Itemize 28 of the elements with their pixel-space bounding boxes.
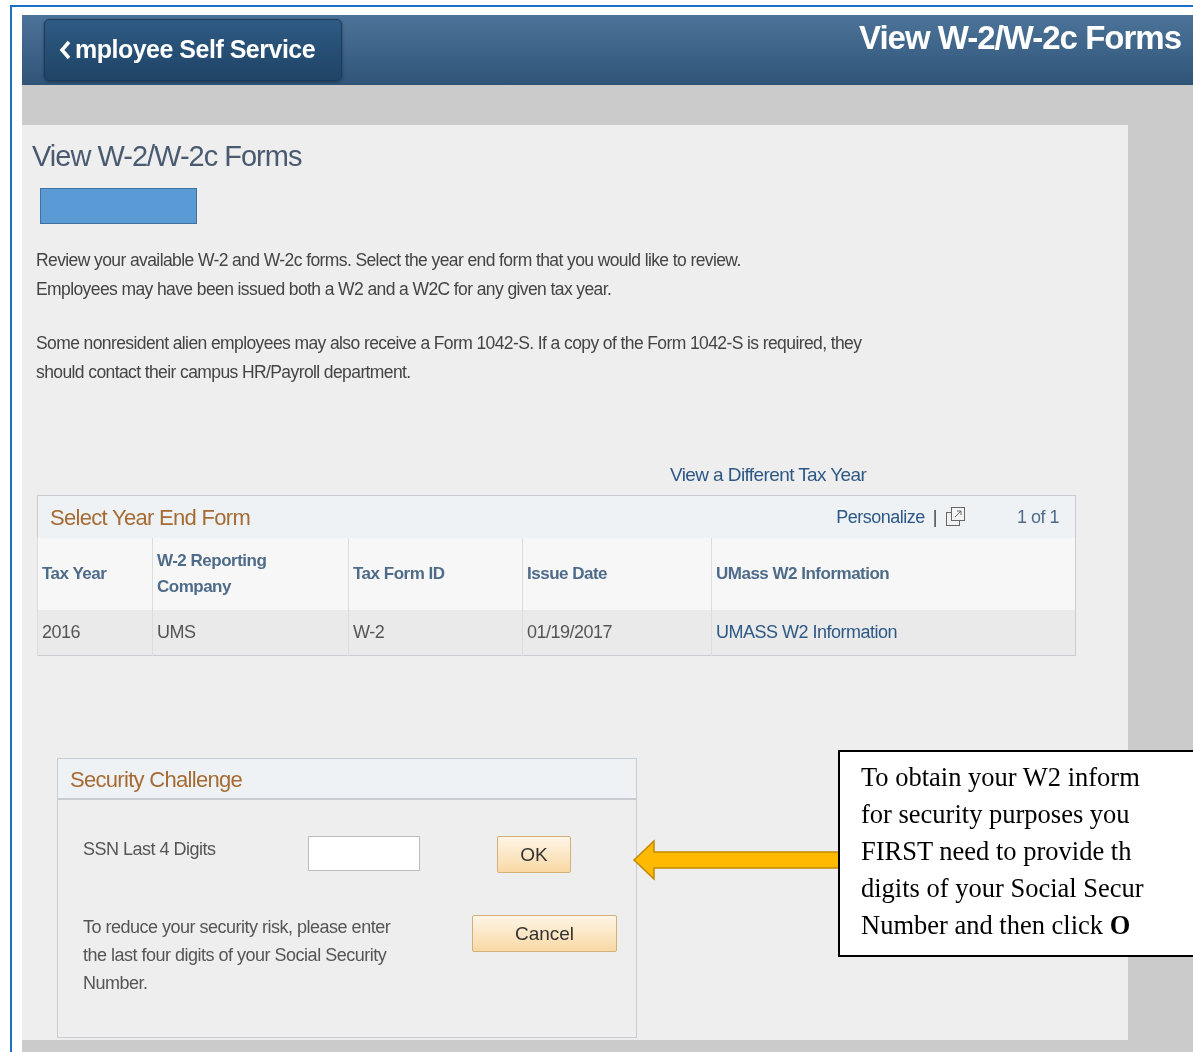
ssn-input-field[interactable] — [308, 836, 420, 872]
page-header-title: View W-2/W-2c Forms — [859, 17, 1181, 58]
column-header: W-2 Reporting Company — [157, 549, 268, 598]
description-paragraph: Review your available W-2 and W-2c forms. Select the year end form that you would like to review. Employees may have been issued both a W2 and a W2C for any given tax year. — [36, 248, 742, 301]
column-header: Issue Date — [527, 563, 608, 583]
table-cell: 2016 — [42, 622, 81, 643]
column-header: UMass W2 Information — [716, 563, 890, 583]
chevron-icon — [59, 40, 71, 60]
popout-icon[interactable] — [944, 506, 967, 529]
column-header: Tax Year — [42, 563, 107, 583]
ok-button[interactable]: OK — [497, 836, 571, 874]
ssn-label: SSN Last 4 Digits — [83, 838, 217, 862]
row-counter: 1 of 1 — [1016, 505, 1059, 529]
cancel-button[interactable]: Cancel — [472, 915, 617, 953]
table-cell: 01/19/2017 — [527, 622, 613, 643]
page-title: View W-2/W-2c Forms — [32, 139, 303, 174]
personalize-link[interactable]: Personalize — [836, 503, 925, 531]
tax-year-link[interactable]: View a Different Tax Year — [670, 460, 867, 490]
column-header: Tax Form ID — [353, 563, 445, 583]
separator: | — [932, 505, 937, 529]
grid-title: Select Year End Form — [50, 503, 250, 532]
description-paragraph: Some nonresident alien employees may also receive a Form 1042-S. If a copy of the Form 1042-S is required, they should contact their campus HR/Payroll department. — [36, 331, 863, 384]
table-cell: W-2 — [353, 622, 385, 643]
back-button[interactable]: mployee Self Service — [44, 19, 342, 81]
instruction-callout: To obtain your W2 inform for security purposes you FIRST need to provide th digits of your Social Secur Number and then click O — [838, 750, 1193, 957]
security-note: To reduce your security risk, please enter the last four digits of your Social Security Number. — [83, 916, 392, 996]
security-title: Security Challenge — [58, 759, 636, 801]
table-cell: UMS — [157, 622, 196, 643]
